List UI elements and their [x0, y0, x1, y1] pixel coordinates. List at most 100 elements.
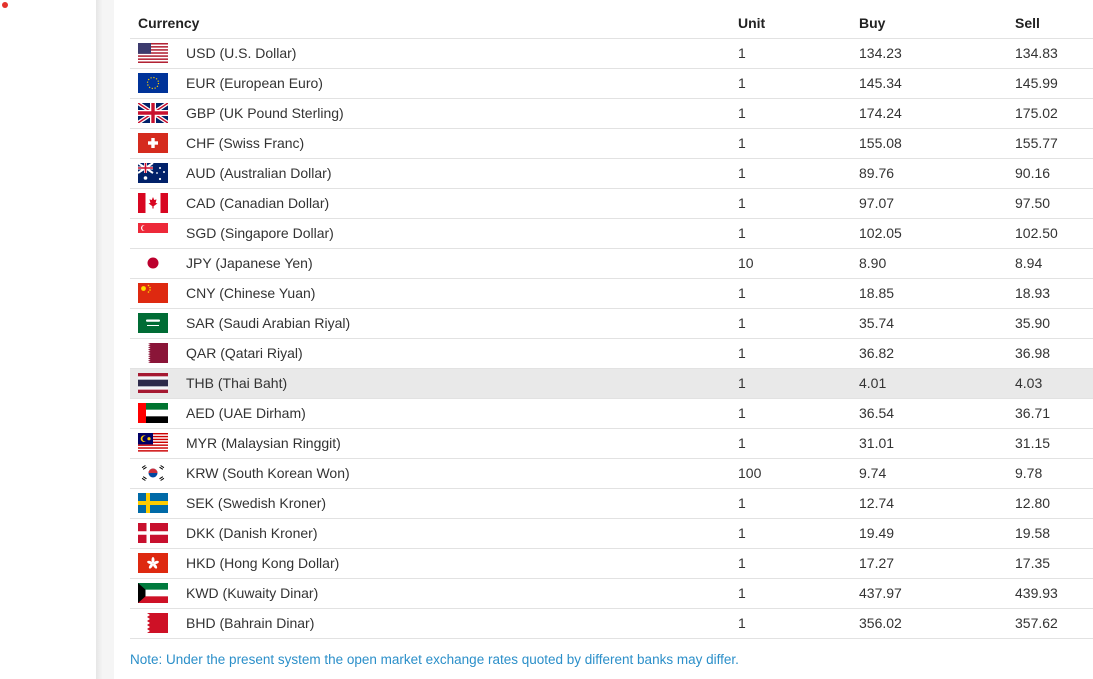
buy-rate-cell: 35.74 — [851, 308, 1007, 339]
se-flag-icon — [138, 493, 168, 513]
sell-rate-cell: 36.98 — [1007, 338, 1093, 369]
table-row: MYR (Malaysian Ringgit) 1 31.01 31.15 — [130, 428, 1093, 459]
eu-flag-icon — [138, 73, 168, 93]
header-sell: Sell — [1007, 8, 1093, 39]
dk-flag-icon — [138, 523, 168, 543]
header-unit: Unit — [730, 8, 851, 39]
currency-cell: QAR (Qatari Riyal) — [130, 338, 730, 369]
unit-cell: 1 — [730, 278, 851, 309]
table-row: SEK (Swedish Kroner) 1 12.74 12.80 — [130, 488, 1093, 519]
currency-cell: CHF (Swiss Franc) — [130, 128, 730, 159]
sell-rate-cell: 357.62 — [1007, 608, 1093, 639]
currency-cell: HKD (Hong Kong Dollar) — [130, 548, 730, 579]
sell-rate-cell: 19.58 — [1007, 518, 1093, 549]
jp-flag-icon — [138, 253, 168, 273]
buy-rate-cell: 36.54 — [851, 398, 1007, 429]
header-currency: Currency — [130, 8, 730, 39]
currency-cell: MYR (Malaysian Ringgit) — [130, 428, 730, 459]
unit-cell: 1 — [730, 338, 851, 369]
th-flag-icon — [138, 373, 168, 393]
table-row: BHD (Bahrain Dinar) 1 356.02 357.62 — [130, 608, 1093, 639]
unit-cell: 1 — [730, 548, 851, 579]
sell-rate-cell: 36.71 — [1007, 398, 1093, 429]
exchange-rate-table: Currency Unit Buy Sell USD (U.S. Dollar)… — [130, 8, 1093, 639]
kr-flag-icon — [138, 463, 168, 483]
buy-rate-cell: 17.27 — [851, 548, 1007, 579]
unit-cell: 1 — [730, 188, 851, 219]
currency-cell: THB (Thai Baht) — [130, 368, 730, 399]
buy-rate-cell: 31.01 — [851, 428, 1007, 459]
currency-cell: KRW (South Korean Won) — [130, 458, 730, 489]
unit-cell: 1 — [730, 428, 851, 459]
unit-cell: 1 — [730, 488, 851, 519]
unit-cell: 10 — [730, 248, 851, 279]
unit-cell: 1 — [730, 308, 851, 339]
table-row: EUR (European Euro) 1 145.34 145.99 — [130, 68, 1093, 99]
buy-rate-cell: 9.74 — [851, 458, 1007, 489]
sell-rate-cell: 102.50 — [1007, 218, 1093, 249]
currency-cell: CNY (Chinese Yuan) — [130, 278, 730, 309]
table-header-row: Currency Unit Buy Sell — [130, 8, 1093, 39]
table-row: CAD (Canadian Dollar) 1 97.07 97.50 — [130, 188, 1093, 219]
currency-label: EUR (European Euro) — [186, 75, 323, 91]
buy-rate-cell: 18.85 — [851, 278, 1007, 309]
table-row: SGD (Singapore Dollar) 1 102.05 102.50 — [130, 218, 1093, 249]
currency-label: SAR (Saudi Arabian Riyal) — [186, 315, 351, 331]
sell-rate-cell: 17.35 — [1007, 548, 1093, 579]
unit-cell: 1 — [730, 98, 851, 129]
sell-rate-cell: 439.93 — [1007, 578, 1093, 609]
buy-rate-cell: 134.23 — [851, 38, 1007, 69]
us-flag-icon — [138, 43, 168, 63]
buy-rate-cell: 174.24 — [851, 98, 1007, 129]
sell-rate-cell: 12.80 — [1007, 488, 1093, 519]
currency-label: THB (Thai Baht) — [186, 375, 288, 391]
buy-rate-cell: 437.97 — [851, 578, 1007, 609]
currency-label: AED (UAE Dirham) — [186, 405, 306, 421]
qa-flag-icon — [138, 343, 168, 363]
currency-cell: GBP (UK Pound Sterling) — [130, 98, 730, 129]
my-flag-icon — [138, 433, 168, 453]
table-row: GBP (UK Pound Sterling) 1 174.24 175.02 — [130, 98, 1093, 129]
currency-label: SGD (Singapore Dollar) — [186, 225, 334, 241]
sell-rate-cell: 97.50 — [1007, 188, 1093, 219]
buy-rate-cell: 12.74 — [851, 488, 1007, 519]
currency-cell: JPY (Japanese Yen) — [130, 248, 730, 279]
exchange-rate-card: Currency Unit Buy Sell USD (U.S. Dollar)… — [114, 0, 1093, 679]
sell-rate-cell: 155.77 — [1007, 128, 1093, 159]
buy-rate-cell: 89.76 — [851, 158, 1007, 189]
currency-cell: BHD (Bahrain Dinar) — [130, 608, 730, 639]
red-dot-icon — [2, 2, 8, 8]
sell-rate-cell: 145.99 — [1007, 68, 1093, 99]
unit-cell: 1 — [730, 518, 851, 549]
sell-rate-cell: 90.16 — [1007, 158, 1093, 189]
sell-rate-cell: 175.02 — [1007, 98, 1093, 129]
sell-rate-cell: 18.93 — [1007, 278, 1093, 309]
sell-rate-cell: 31.15 — [1007, 428, 1093, 459]
currency-cell: AUD (Australian Dollar) — [130, 158, 730, 189]
table-row: JPY (Japanese Yen) 10 8.90 8.94 — [130, 248, 1093, 279]
unit-cell: 1 — [730, 218, 851, 249]
sell-rate-cell: 134.83 — [1007, 38, 1093, 69]
cn-flag-icon — [138, 283, 168, 303]
currency-cell: CAD (Canadian Dollar) — [130, 188, 730, 219]
currency-label: CNY (Chinese Yuan) — [186, 285, 316, 301]
sell-rate-cell: 8.94 — [1007, 248, 1093, 279]
table-row: KWD (Kuwaity Dinar) 1 437.97 439.93 — [130, 578, 1093, 609]
buy-rate-cell: 36.82 — [851, 338, 1007, 369]
kw-flag-icon — [138, 583, 168, 603]
currency-label: MYR (Malaysian Ringgit) — [186, 435, 341, 451]
unit-cell: 1 — [730, 158, 851, 189]
currency-label: BHD (Bahrain Dinar) — [186, 615, 315, 631]
unit-cell: 1 — [730, 38, 851, 69]
currency-cell: KWD (Kuwaity Dinar) — [130, 578, 730, 609]
unit-cell: 1 — [730, 128, 851, 159]
buy-rate-cell: 4.01 — [851, 368, 1007, 399]
currency-label: QAR (Qatari Riyal) — [186, 345, 303, 361]
left-gutter — [0, 0, 96, 679]
content-panel: Currency Unit Buy Sell USD (U.S. Dollar)… — [102, 0, 1093, 679]
table-row: USD (U.S. Dollar) 1 134.23 134.83 — [130, 38, 1093, 69]
buy-rate-cell: 356.02 — [851, 608, 1007, 639]
currency-cell: AED (UAE Dirham) — [130, 398, 730, 429]
currency-label: JPY (Japanese Yen) — [186, 255, 313, 271]
table-row: DKK (Danish Kroner) 1 19.49 19.58 — [130, 518, 1093, 549]
